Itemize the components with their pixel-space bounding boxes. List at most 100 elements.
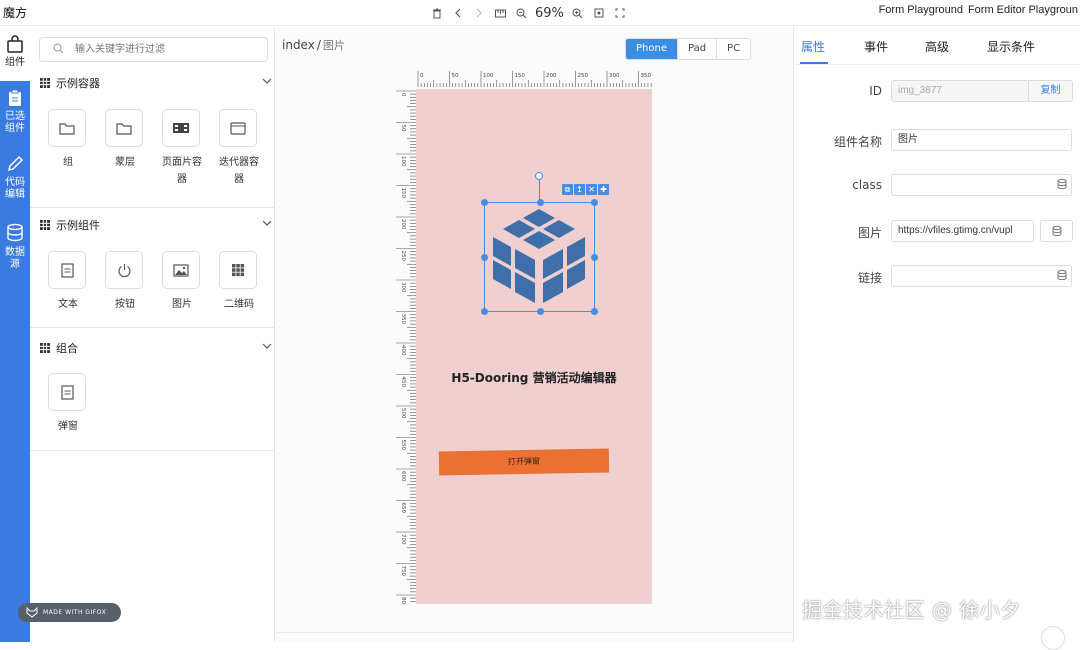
zoom-out-icon[interactable] <box>514 6 528 20</box>
breadcrumb-current: 图片 <box>322 39 345 52</box>
resize-handle[interactable] <box>481 308 488 315</box>
tile-iterator-container[interactable]: 迭代器容器 <box>219 109 259 188</box>
resize-handle[interactable] <box>591 308 598 315</box>
ruler-label: 400 <box>400 345 406 356</box>
component-search[interactable] <box>39 37 268 62</box>
ruler-top[interactable]: 0 50 100 150 200 250 300 350 <box>416 69 652 87</box>
component-name-field[interactable]: 图片 <box>891 129 1072 151</box>
nav-selected[interactable]: 已选 组件 <box>0 89 30 135</box>
tab-advanced[interactable]: 高级 <box>925 38 949 55</box>
fullscreen-icon[interactable] <box>613 6 627 20</box>
selection-box[interactable] <box>481 199 598 315</box>
delete-element-icon[interactable]: ✕ <box>586 184 597 195</box>
database-icon <box>1052 225 1062 237</box>
search-input[interactable] <box>75 41 260 58</box>
ruler-label: 350 <box>641 73 652 79</box>
link-field[interactable] <box>891 265 1072 287</box>
ruler-label: 0 <box>420 73 424 79</box>
tile-group[interactable]: 组 <box>48 109 88 171</box>
image-url-field[interactable]: https://vfiles.gtimg.cn/vupl <box>891 220 1034 242</box>
resize-handle[interactable] <box>537 308 544 315</box>
nav-code[interactable]: 代码 编辑 <box>0 155 30 201</box>
page-heading-text[interactable]: H5-Dooring 营销活动编辑器 <box>416 369 652 386</box>
row-id: ID img_3877 复制 <box>795 80 1080 102</box>
tile-fragment-container[interactable]: 页面片容器 <box>162 109 202 188</box>
nav-datasource[interactable]: 数据 源 <box>0 223 30 271</box>
corner-document-button[interactable] <box>1041 626 1065 650</box>
class-field[interactable] <box>891 174 1072 196</box>
image-datasource-button[interactable] <box>1040 220 1073 242</box>
section-components[interactable]: 示例组件 <box>40 217 272 233</box>
resize-handle[interactable] <box>481 199 488 206</box>
tile-label: 图片 <box>172 299 192 310</box>
horizontal-scrollbar[interactable] <box>276 632 794 640</box>
tile-modal[interactable]: 弹窗 <box>48 373 88 435</box>
reset-icon[interactable] <box>592 6 606 20</box>
resize-handle[interactable] <box>591 199 598 206</box>
phone-canvas[interactable]: ⧉ ↥ ✕ ✚ H5-Dooring 营销活动编辑器 打开弹窗 <box>416 89 652 604</box>
ruler-label: 150 <box>400 188 406 199</box>
app-title: 魔方 <box>3 6 28 20</box>
ruler-label: 300 <box>609 73 620 79</box>
open-modal-button[interactable]: 打开弹窗 <box>438 448 610 476</box>
breadcrumb: index / 图片 <box>282 38 345 52</box>
ruler-label: 50 <box>452 73 459 79</box>
nav-components[interactable]: 组件 <box>0 35 30 69</box>
device-pc[interactable]: PC <box>716 39 751 59</box>
resize-handle[interactable] <box>481 254 488 261</box>
breadcrumb-root[interactable]: index <box>282 38 315 52</box>
tile-label: 蒙层 <box>115 157 135 168</box>
resize-handle[interactable] <box>537 199 544 206</box>
tile-label: 二维码 <box>224 299 254 310</box>
device-pad[interactable]: Pad <box>676 39 717 59</box>
link-form-editor-playground[interactable]: Form Editor Playgroun <box>968 4 1078 16</box>
tile-qrcode[interactable]: 二维码 <box>219 251 259 313</box>
tab-properties[interactable]: 属性 <box>801 38 825 55</box>
trash-icon[interactable] <box>430 6 444 20</box>
nav-datasource-label-1: 数据 <box>5 247 25 258</box>
device-switcher: Phone Pad PC <box>625 38 752 60</box>
move-icon[interactable]: ✚ <box>598 184 609 195</box>
tile-label: 弹窗 <box>58 421 78 432</box>
ruler-left[interactable]: 0 50 100 150 200 250 300 350 400 450 500 550 600 650 7… <box>394 89 416 604</box>
database-icon[interactable] <box>1057 178 1067 190</box>
grid-icon <box>219 251 257 289</box>
element-mini-toolbar: ⧉ ↥ ✕ ✚ <box>562 184 609 195</box>
grid-icon <box>40 220 50 230</box>
tile-text[interactable]: 文本 <box>48 251 88 313</box>
tile-mask[interactable]: 蒙层 <box>105 109 145 171</box>
redo-icon[interactable] <box>472 6 486 20</box>
tile-label: 迭代器容器 <box>219 157 259 185</box>
tab-display-conditions[interactable]: 显示条件 <box>987 38 1035 55</box>
ruler-icon[interactable] <box>493 6 507 20</box>
tile-label: 按钮 <box>115 299 135 310</box>
chevron-down-icon[interactable] <box>262 219 272 227</box>
tile-button[interactable]: 按钮 <box>105 251 145 313</box>
window-icon <box>219 109 257 147</box>
bag-icon <box>7 35 23 53</box>
tab-events[interactable]: 事件 <box>864 38 888 55</box>
database-icon[interactable] <box>1057 269 1067 281</box>
ruler-label: 450 <box>400 377 406 388</box>
section-containers[interactable]: 示例容器 <box>40 75 272 91</box>
zoom-in-icon[interactable] <box>571 6 585 20</box>
move-up-icon[interactable]: ↥ <box>574 184 585 195</box>
tile-image[interactable]: 图片 <box>162 251 202 313</box>
section-combos[interactable]: 组合 <box>40 340 272 356</box>
left-nav: 组件 已选 组件 代码 编辑 数据 源 <box>0 27 30 642</box>
properties-tabs: 属性 事件 高级 显示条件 <box>795 27 1080 65</box>
components-panel: 示例容器 组 蒙层 页面片容器 迭代器容器 示例组件 文本 按钮 图片 二维码 <box>30 27 275 642</box>
link-form-playground[interactable]: Form Playground <box>879 4 963 16</box>
ruler-label: 200 <box>546 73 557 79</box>
device-phone[interactable]: Phone <box>626 39 677 59</box>
gifox-text: MADE WITH GIFOX <box>43 609 107 616</box>
copy-id-button[interactable]: 复制 <box>1028 80 1073 102</box>
chevron-down-icon[interactable] <box>262 342 272 350</box>
copy-element-icon[interactable]: ⧉ <box>562 184 573 195</box>
grid-icon <box>40 78 50 88</box>
resize-handle[interactable] <box>591 254 598 261</box>
chevron-down-icon[interactable] <box>262 77 272 85</box>
class-label: class <box>852 178 882 192</box>
rotate-handle[interactable] <box>535 172 543 180</box>
undo-icon[interactable] <box>451 6 465 20</box>
